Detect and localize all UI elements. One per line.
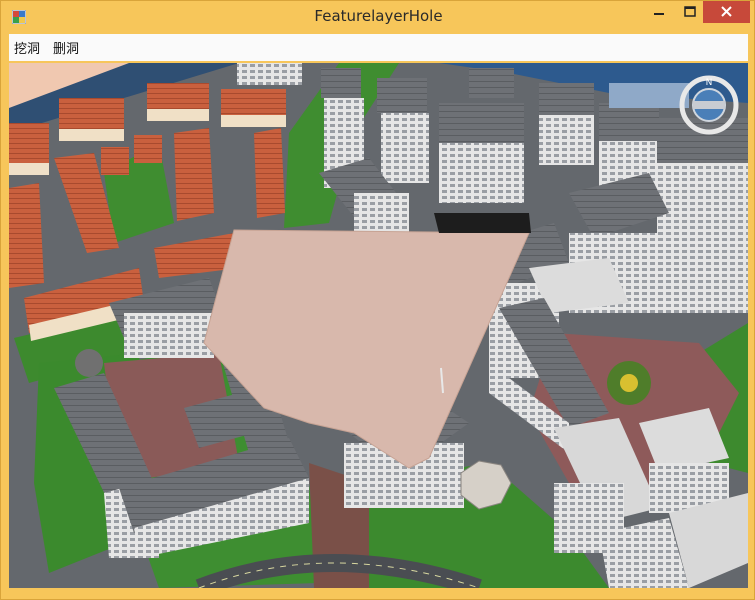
menu-item-dig-hole[interactable]: 挖洞: [14, 38, 40, 57]
close-icon: [721, 6, 732, 17]
hole-shadow: [434, 213, 531, 233]
menu-item-delete-hole[interactable]: 删洞: [53, 38, 79, 57]
close-button[interactable]: [703, 1, 750, 23]
maximize-icon: [684, 6, 696, 17]
app-window: FeaturelayerHole 挖洞 删洞 N: [0, 0, 755, 600]
fountain: [620, 374, 638, 392]
minimize-button[interactable]: [642, 1, 676, 23]
scene-canvas[interactable]: N: [9, 63, 748, 588]
maximize-button[interactable]: [677, 1, 703, 23]
title-bar[interactable]: FeaturelayerHole: [1, 1, 754, 34]
3d-scene-view[interactable]: N: [9, 63, 748, 588]
menu-bar: 挖洞 删洞: [9, 34, 748, 61]
compass-north-label: N: [706, 78, 713, 88]
minimize-icon: [654, 13, 664, 15]
